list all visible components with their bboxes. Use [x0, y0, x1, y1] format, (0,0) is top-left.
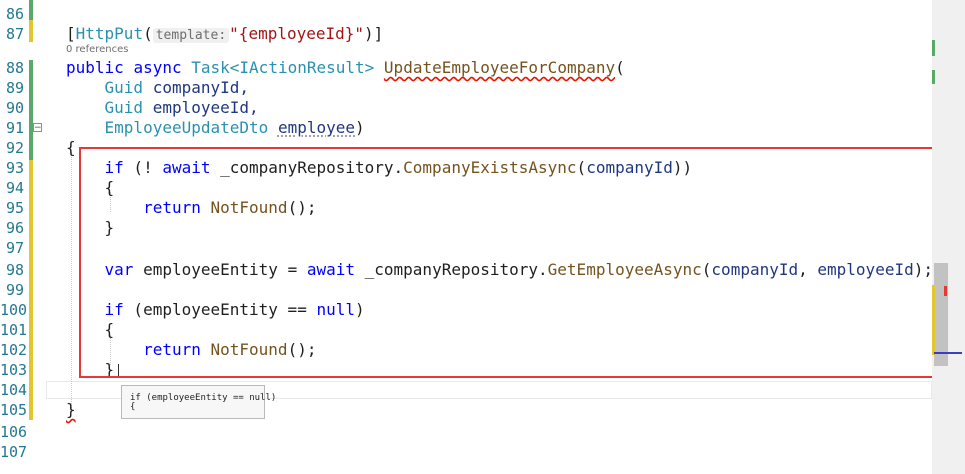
change-bar [29, 20, 33, 42]
line-number: 96 [5, 219, 24, 237]
line-number: 101 [0, 321, 28, 339]
vertical-scrollbar[interactable] [932, 0, 965, 474]
highlight-box [79, 147, 943, 378]
line-number: 89 [5, 79, 24, 97]
line-number: 99 [5, 281, 24, 299]
line-number: 97 [5, 239, 24, 257]
line-number: 103 [0, 361, 28, 379]
code-line-90[interactable]: Guid employeeId, [66, 98, 259, 118]
line-number: 88 [5, 59, 24, 77]
line-number: 91 [5, 119, 24, 137]
change-bar [29, 160, 33, 420]
line-number: 102 [0, 341, 28, 359]
scope-tooltip: if (employeeEntity == null){ [121, 385, 277, 419]
line-number: 90 [5, 99, 24, 117]
caret-position-marker [934, 352, 962, 354]
change-bar [29, 0, 33, 20]
change-bar [29, 140, 33, 160]
scroll-change-marker [932, 285, 935, 355]
tooltip-line: if (employeeEntity == null) [130, 393, 277, 403]
tooltip-line: { [130, 402, 136, 412]
collapse-toggle[interactable]: − [33, 123, 42, 133]
line-number: 98 [5, 261, 24, 279]
line-number: 106 [0, 423, 28, 441]
scroll-error-marker [944, 286, 947, 296]
line-number: 92 [5, 139, 24, 157]
line-number: 105 [0, 401, 28, 419]
code-line-89[interactable]: Guid companyId, [66, 78, 250, 98]
code-line-105[interactable]: } [66, 400, 76, 420]
codelens-references[interactable]: 0 references [66, 44, 129, 55]
line-number: 95 [5, 199, 24, 217]
line-number: 93 [5, 159, 24, 177]
line-number: 107 [0, 443, 28, 461]
code-line-91[interactable]: EmployeeUpdateDto employee) [66, 118, 365, 138]
scroll-change-marker [932, 70, 935, 84]
inlay-hint: template: [152, 28, 230, 43]
scrollbar-thumb[interactable] [934, 263, 948, 366]
code-line-92[interactable]: { [66, 138, 76, 158]
line-number: 87 [5, 25, 24, 43]
code-line-87[interactable]: [HttpPut(template: "{employeeId}")] [66, 24, 383, 46]
line-number: 86 [5, 5, 24, 23]
line-number: 94 [5, 179, 24, 197]
code-line-88[interactable]: public async Task<IActionResult> UpdateE… [66, 58, 625, 78]
line-number: 100 [0, 301, 28, 319]
scroll-change-marker [932, 40, 935, 56]
line-number: 104 [0, 381, 28, 399]
